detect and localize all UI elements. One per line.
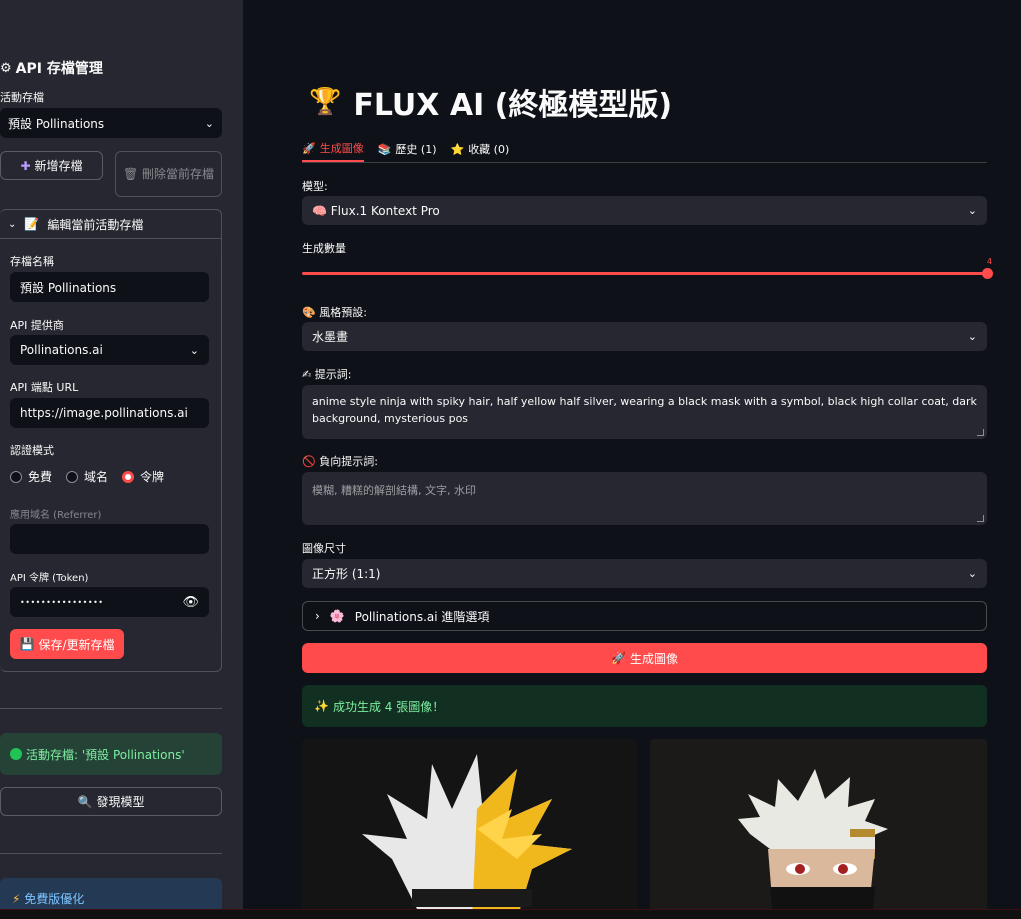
active-profile-status: 活動存檔: '預設 Pollinations' — [0, 733, 222, 775]
divider — [0, 708, 222, 709]
auth-mode-radio-group: 免費 域名 令牌 — [10, 468, 164, 485]
auth-free-radio[interactable]: 免費 — [10, 468, 52, 485]
generated-image-1[interactable] — [302, 739, 637, 919]
token-input[interactable]: •••••••••••••••• 👁 — [10, 587, 209, 617]
eye-icon[interactable]: 👁 — [182, 595, 199, 610]
chevron-down-icon: ⌄ — [8, 218, 17, 230]
magnifier-icon: 🔍 — [77, 794, 93, 809]
advanced-options-expander[interactable]: › 🌸 Pollinations.ai 進階選項 — [302, 601, 987, 631]
endpoint-label: API 端點 URL — [10, 381, 79, 394]
provider-select[interactable]: Pollinations.ai ⌄ — [10, 335, 209, 365]
page-title: 🏆 FLUX AI (終極模型版) — [309, 87, 673, 123]
model-select[interactable]: 🧠 Flux.1 Kontext Pro ⌄ — [302, 196, 987, 225]
discover-models-button[interactable]: 🔍 發現模型 — [0, 787, 222, 816]
edit-profile-expander-header[interactable]: ⌄ 📝 編輯當前活動存檔 — [0, 210, 221, 239]
bottom-bar — [0, 909, 1021, 919]
profile-name-input[interactable]: 預設 Pollinations — [10, 272, 209, 302]
active-profile-select[interactable]: 預設 Pollinations ⌄ — [0, 108, 222, 138]
chevron-down-icon: ⌄ — [967, 330, 977, 343]
green-circle-icon — [10, 748, 22, 760]
token-label: API 令牌 (Token) — [10, 573, 89, 584]
generated-image-2[interactable] — [650, 739, 987, 919]
brain-icon: 🧠 — [312, 203, 327, 218]
prompt-label: ✍ 提示詞: — [302, 368, 352, 381]
flower-icon: 🌸 — [329, 609, 345, 623]
trophy-icon: 🏆 — [309, 87, 342, 117]
palette-icon: 🎨 — [302, 306, 316, 319]
size-select[interactable]: 正方形 (1:1) ⌄ — [302, 559, 987, 588]
generate-button[interactable]: 🚀 生成圖像 — [302, 643, 987, 673]
resize-handle[interactable] — [977, 429, 984, 436]
endpoint-input[interactable]: https://image.pollinations.ai — [10, 398, 209, 428]
sidebar-title: ⚙ API 存檔管理 — [0, 60, 103, 78]
style-select[interactable]: 水墨畫 ⌄ — [302, 322, 987, 351]
ninja-illustration-1 — [302, 739, 637, 919]
ninja-illustration-2 — [650, 739, 987, 919]
referrer-label: 應用域名 (Referrer) — [10, 510, 102, 521]
style-label: 🎨 風格預設: — [302, 306, 367, 319]
plus-icon: ✚ — [20, 158, 31, 173]
add-profile-button[interactable]: ✚ 新增存檔 — [0, 151, 103, 180]
delete-profile-button[interactable]: 🗑 刪除當前存檔 — [115, 151, 222, 197]
active-profile-label: 活動存檔 — [0, 91, 44, 104]
tab-favorites[interactable]: ⭐ 收藏 (0) — [450, 136, 509, 162]
chevron-right-icon: › — [315, 609, 320, 623]
count-slider-track[interactable] — [302, 272, 987, 275]
memo-icon: 📝 — [24, 217, 40, 231]
floppy-disk-icon: 💾 — [19, 637, 35, 651]
auth-mode-label: 認證模式 — [10, 444, 54, 457]
count-slider-thumb[interactable] — [982, 268, 993, 279]
trash-icon: 🗑 — [122, 167, 139, 181]
resize-handle[interactable] — [977, 515, 984, 522]
chevron-down-icon: ⌄ — [967, 567, 977, 580]
negative-prompt-textarea[interactable]: 模糊, 糟糕的解剖結構, 文字, 水印 — [302, 472, 987, 525]
tab-bar: 🚀 生成圖像 📚 歷史 (1) ⭐ 收藏 (0) — [302, 136, 987, 163]
writing-hand-icon: ✍ — [302, 368, 312, 381]
sidebar: ⚙ API 存檔管理 活動存檔 預設 Pollinations ⌄ ✚ 新增存檔… — [0, 0, 243, 919]
auth-token-radio[interactable]: 令牌 — [122, 468, 164, 485]
negative-prompt-label: 🚫 負向提示詞: — [302, 455, 378, 468]
lightning-icon: ⚡ — [12, 892, 21, 906]
tab-history[interactable]: 📚 歷史 (1) — [378, 136, 437, 162]
rocket-icon: 🚀 — [611, 651, 626, 665]
books-icon: 📚 — [377, 142, 392, 156]
main-content: 🏆 FLUX AI (終極模型版) 🚀 生成圖像 📚 歷史 (1) ⭐ 收藏 (0) … — [243, 0, 1021, 919]
sparkles-icon: ✨ — [314, 699, 329, 713]
prompt-textarea[interactable]: anime style ninja with spiky hair, half … — [302, 385, 987, 439]
size-label: 圖像尺寸 — [302, 542, 346, 555]
success-message: ✨ 成功生成 4 張圖像！ — [302, 685, 987, 727]
auth-domain-radio[interactable]: 域名 — [66, 468, 108, 485]
tab-generate[interactable]: 🚀 生成圖像 — [302, 136, 364, 162]
divider — [0, 853, 222, 854]
no-entry-icon: 🚫 — [302, 455, 316, 468]
chevron-down-icon: ⌄ — [189, 343, 199, 357]
chevron-down-icon: ⌄ — [967, 204, 977, 217]
referrer-input[interactable] — [10, 524, 209, 554]
gear-icon: ⚙ — [0, 60, 12, 76]
save-profile-button[interactable]: 💾 保存/更新存檔 — [10, 629, 124, 659]
profile-name-label: 存檔名稱 — [10, 255, 54, 268]
count-slider-value: 4 — [987, 257, 993, 266]
provider-label: API 提供商 — [10, 319, 64, 332]
count-label: 生成數量 — [302, 242, 346, 255]
star-icon: ⭐ — [450, 142, 465, 156]
chevron-down-icon: ⌄ — [204, 116, 214, 130]
model-label: 模型: — [302, 180, 328, 193]
rocket-icon: 🚀 — [302, 141, 316, 155]
